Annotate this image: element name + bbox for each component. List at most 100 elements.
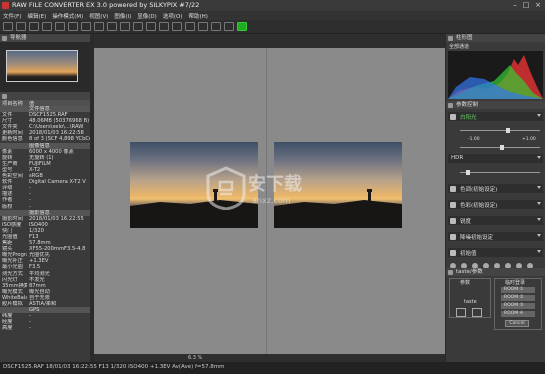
toolbar <box>0 20 545 34</box>
noise-row[interactable]: 降噪初始设定 <box>448 232 543 241</box>
menu-file[interactable]: 文件(F) <box>3 12 21 20</box>
temp-label: 临时登录 <box>505 280 526 286</box>
watermark: 安下载 anxz.com <box>206 166 302 218</box>
menu-view[interactable]: 视图(V) <box>89 12 108 20</box>
menu-edit[interactable]: 编辑(E) <box>27 12 46 20</box>
exposure-min: -1.00 <box>468 137 480 142</box>
exposure-slider[interactable] <box>460 128 540 133</box>
wb-row[interactable]: 白阳光 <box>448 112 543 121</box>
taste-apply-icon[interactable] <box>456 308 466 317</box>
noise-icon <box>450 233 456 240</box>
noise-label: 降噪初始设定 <box>460 235 494 241</box>
check-icon[interactable] <box>237 22 247 31</box>
app-logo-icon <box>2 2 9 9</box>
memory-slot-4[interactable]: ROOM ④ <box>501 311 535 317</box>
navigator-icon <box>2 35 7 41</box>
spot-icon[interactable] <box>133 22 143 31</box>
rotate-left-icon[interactable] <box>94 22 104 31</box>
tone-label: 色调(初始设定) <box>460 187 498 193</box>
rotate-right-icon[interactable] <box>107 22 117 31</box>
full-view-icon[interactable] <box>55 22 65 31</box>
menu-mode[interactable]: 操作模式(M) <box>52 12 83 20</box>
hdr-slider[interactable] <box>460 170 540 175</box>
status-text: DSCF1525.RAF 18/01/03 16:22:55 F13 1/320… <box>3 364 225 370</box>
grid-view-icon[interactable] <box>29 22 39 31</box>
menu-options[interactable]: 选项(O) <box>163 12 183 20</box>
crop-icon[interactable] <box>120 22 130 31</box>
thumbnail-view-icon[interactable] <box>42 22 52 31</box>
taste-header: taste/参数 <box>446 268 545 276</box>
hdr-label: HDR <box>451 155 464 161</box>
chevron-down-icon <box>537 202 541 205</box>
histogram-header: 柱形图 <box>446 34 545 42</box>
menu-bar: 文件(F) 编辑(E) 操作模式(M) 视图(V) 图像(I) 显像(D) 选项… <box>0 11 545 20</box>
menu-help[interactable]: 帮助(H) <box>188 12 207 20</box>
info-table: 文件信息 文件 DSCF1525.RAF 尺寸 48.06MB (50376968 B)… <box>0 106 90 331</box>
taste-title: taste/参数 <box>456 269 483 275</box>
tone-icon <box>450 185 456 192</box>
tab-params[interactable]: 参数 <box>460 279 470 286</box>
memory-slot-2[interactable]: ROOM ② <box>501 295 535 301</box>
preview-footer: 6.3 % <box>94 354 445 362</box>
title-bar: RAW FILE CONVERTER EX 3.0 powered by SIL… <box>0 0 545 11</box>
status-bar: DSCF1525.RAF 18/01/03 16:22:55 F13 1/320… <box>0 362 545 374</box>
taste-save-icon[interactable] <box>472 308 482 317</box>
chevron-down-icon <box>537 234 541 237</box>
next-icon[interactable] <box>81 22 91 31</box>
watermark-domain: anxz.com <box>252 196 291 205</box>
lens-icon <box>450 249 456 256</box>
mark-icon[interactable] <box>185 22 195 31</box>
chevron-down-icon <box>537 156 541 159</box>
lens-row[interactable]: 初始值 <box>448 248 543 257</box>
settings-icon[interactable] <box>224 22 234 31</box>
menu-develop[interactable]: 显像(D) <box>137 12 157 20</box>
left-panel: 导航器 项目名称 值 文件信息 文件 DSCF1525.RAF 尺寸 48.06MB (… <box>0 34 90 362</box>
zoom-level: 6.3 % <box>188 355 203 361</box>
info-key: 高度 <box>2 325 13 332</box>
params-header: 参数控制 <box>446 101 545 109</box>
navigator-thumbnail[interactable] <box>6 50 78 82</box>
temp-memory-box: 临时登录 ROOM ① ROOM ② ROOM ③ ROOM ④ Cancel <box>494 278 542 330</box>
histogram-title: 柱形图 <box>456 35 473 41</box>
tab-taste[interactable]: taste <box>464 299 477 305</box>
maximize-button[interactable]: □ <box>521 1 531 9</box>
taste-box: 参数 taste <box>449 278 491 318</box>
info-row: 高度 - <box>0 325 90 331</box>
navigator-header: 导航器 <box>0 34 90 42</box>
star-icon[interactable] <box>172 22 182 31</box>
develop-icon[interactable] <box>198 22 208 31</box>
color-icon <box>450 201 456 208</box>
batch-icon[interactable] <box>211 22 221 31</box>
histogram-icon <box>448 35 453 41</box>
sharpness-row[interactable]: 锐度 <box>448 216 543 225</box>
histogram <box>448 51 543 99</box>
memory-slot-3[interactable]: ROOM ③ <box>501 303 535 309</box>
prev-icon[interactable] <box>68 22 78 31</box>
sharpness-icon <box>450 217 456 224</box>
color-row[interactable]: 色彩(初始设定) <box>448 200 543 209</box>
taste-icon <box>448 269 453 275</box>
exposure-max: +1.00 <box>522 137 536 142</box>
single-view-icon[interactable] <box>3 22 13 31</box>
sharpness-label: 锐度 <box>460 219 472 225</box>
gray-point-icon[interactable] <box>146 22 156 31</box>
compare-view-icon[interactable] <box>16 22 26 31</box>
preview-area[interactable]: 安下载 anxz.com 6.3 % <box>94 34 445 362</box>
histogram-channel[interactable]: 全部通道 <box>449 43 469 50</box>
navigator-title: 导航器 <box>10 35 27 41</box>
white-point-icon[interactable] <box>159 22 169 31</box>
memory-slot-1[interactable]: ROOM ① <box>501 287 535 293</box>
hdr-row[interactable]: HDR <box>448 154 543 163</box>
cancel-button[interactable]: Cancel <box>505 320 529 327</box>
close-button[interactable]: × <box>533 1 543 9</box>
contrast-slider[interactable] <box>460 145 540 150</box>
watermark-text: 安下载 <box>248 174 302 195</box>
info-icon <box>2 93 7 99</box>
menu-image[interactable]: 图像(I) <box>114 12 131 20</box>
info-header <box>0 92 90 100</box>
minimize-button[interactable]: – <box>510 1 520 9</box>
navigator-panel[interactable] <box>0 42 90 92</box>
tone-row[interactable]: 色调(初始设定) <box>448 184 543 193</box>
wb-icon <box>450 113 456 120</box>
window-title: RAW FILE CONVERTER EX 3.0 powered by SIL… <box>12 1 200 9</box>
